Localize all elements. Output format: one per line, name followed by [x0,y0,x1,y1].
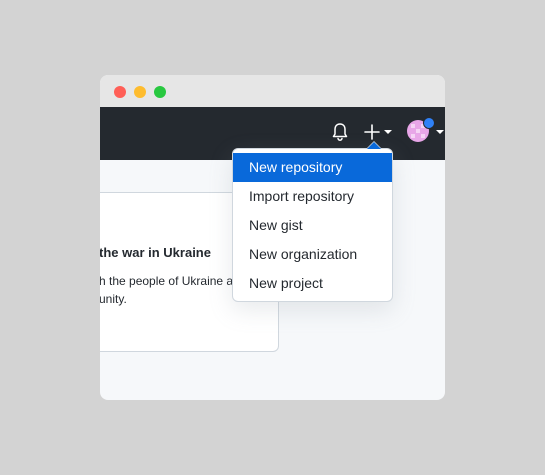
menu-item-new-repository[interactable]: New repository [233,153,392,182]
caret-down-icon [436,130,444,134]
card-text-line: h the people of Ukraine a [100,274,234,288]
create-new-dropdown: New repository Import repository New gis… [232,141,393,302]
minimize-window-button[interactable] [134,86,146,98]
menu-item-new-project[interactable]: New project [233,269,392,298]
browser-window: the war in Ukraine h the people of Ukrai… [100,75,445,400]
card-title: the war in Ukraine [100,245,211,260]
close-window-button[interactable] [114,86,126,98]
card-text-line: unity. [100,292,127,306]
title-bar [100,75,445,107]
menu-item-import-repository[interactable]: Import repository [233,182,392,211]
maximize-window-button[interactable] [154,86,166,98]
status-dot-icon [423,117,435,129]
user-menu-button[interactable] [405,117,445,147]
create-menu-list: New repository Import repository New gis… [233,149,392,298]
menu-item-new-gist[interactable]: New gist [233,211,392,240]
menu-item-new-organization[interactable]: New organization [233,240,392,269]
caret-down-icon [384,130,392,134]
bell-icon[interactable] [331,122,349,142]
